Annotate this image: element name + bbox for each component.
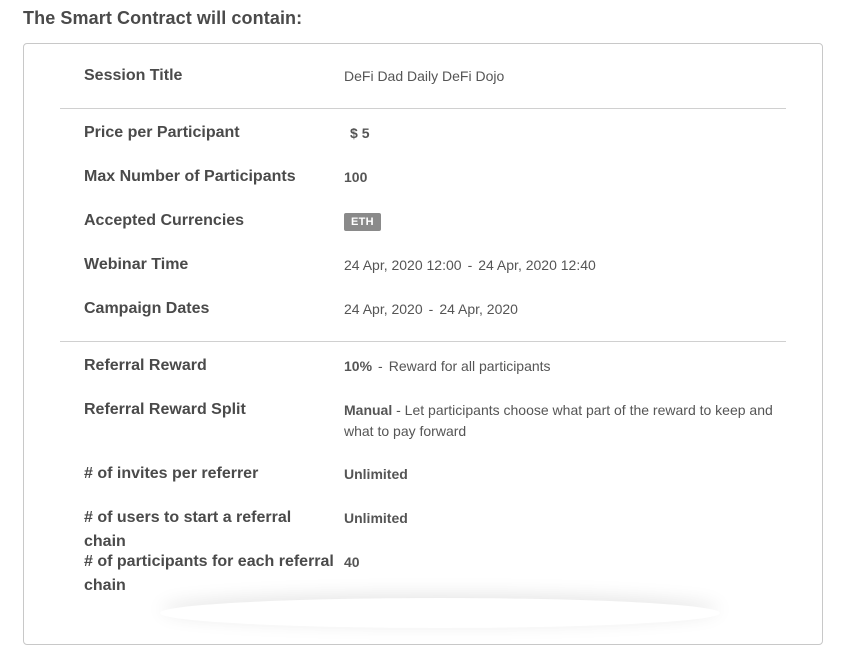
referral-split-mode: Manual xyxy=(344,402,393,418)
campaign-start: 24 Apr, 2020 xyxy=(344,301,423,317)
campaign-dates-value: 24 Apr, 2020-24 Apr, 2020 xyxy=(344,299,784,320)
referral-split-value: Manual - Let participants choose what pa… xyxy=(344,400,780,442)
campaign-dates-label: Campaign Dates xyxy=(84,300,210,317)
webinar-time-label: Webinar Time xyxy=(84,256,189,273)
webinar-time-value: 24 Apr, 2020 12:00-24 Apr, 2020 12:40 xyxy=(344,255,784,276)
invites-label: # of invites per referrer xyxy=(84,465,259,482)
referral-reward-desc: Reward for all participants xyxy=(388,358,551,374)
webinar-separator: - xyxy=(467,257,473,273)
divider xyxy=(60,341,786,342)
chain-users-label: # of users to start a referral chain xyxy=(84,509,292,550)
max-participants-value: 100 xyxy=(344,167,784,188)
eth-badge: ETH xyxy=(344,213,381,231)
referral-reward-separator: - xyxy=(378,358,383,374)
referral-split-desc: - Let participants choose what part of t… xyxy=(344,402,773,439)
price-currency: $ xyxy=(350,125,358,141)
campaign-end: 24 Apr, 2020 xyxy=(439,301,518,317)
webinar-start: 24 Apr, 2020 12:00 xyxy=(344,257,462,273)
chain-participants-label: # of participants for each referral chai… xyxy=(84,553,334,594)
currencies-value: ETH xyxy=(344,210,784,231)
referral-reward-label: Referral Reward xyxy=(84,357,207,374)
divider xyxy=(60,108,786,109)
invites-number: Unlimited xyxy=(344,466,408,482)
chain-users-number: Unlimited xyxy=(344,510,408,526)
page-title: The Smart Contract will contain: xyxy=(23,8,303,28)
max-participants-label: Max Number of Participants xyxy=(84,168,296,185)
chain-participants-number: 40 xyxy=(344,554,360,570)
price-value: $ 5 xyxy=(350,123,790,144)
referral-split-label: Referral Reward Split xyxy=(84,401,246,418)
session-title-label: Session Title xyxy=(84,67,183,84)
webinar-end: 24 Apr, 2020 12:40 xyxy=(478,257,596,273)
chain-users-value: Unlimited xyxy=(344,508,784,529)
referral-reward-value: 10% - Reward for all participants xyxy=(344,356,784,377)
bottom-overlay-shadow xyxy=(160,598,720,628)
session-title-value: DeFi Dad Daily DeFi Dojo xyxy=(344,68,505,84)
chain-participants-value: 40 xyxy=(344,552,784,573)
price-amount: 5 xyxy=(361,125,370,141)
currencies-label: Accepted Currencies xyxy=(84,212,245,229)
invites-value: Unlimited xyxy=(344,464,784,485)
max-participants-number: 100 xyxy=(344,169,368,185)
campaign-separator: - xyxy=(428,301,434,317)
price-label: Price per Participant xyxy=(84,124,240,141)
referral-reward-percent: 10% xyxy=(344,358,373,374)
